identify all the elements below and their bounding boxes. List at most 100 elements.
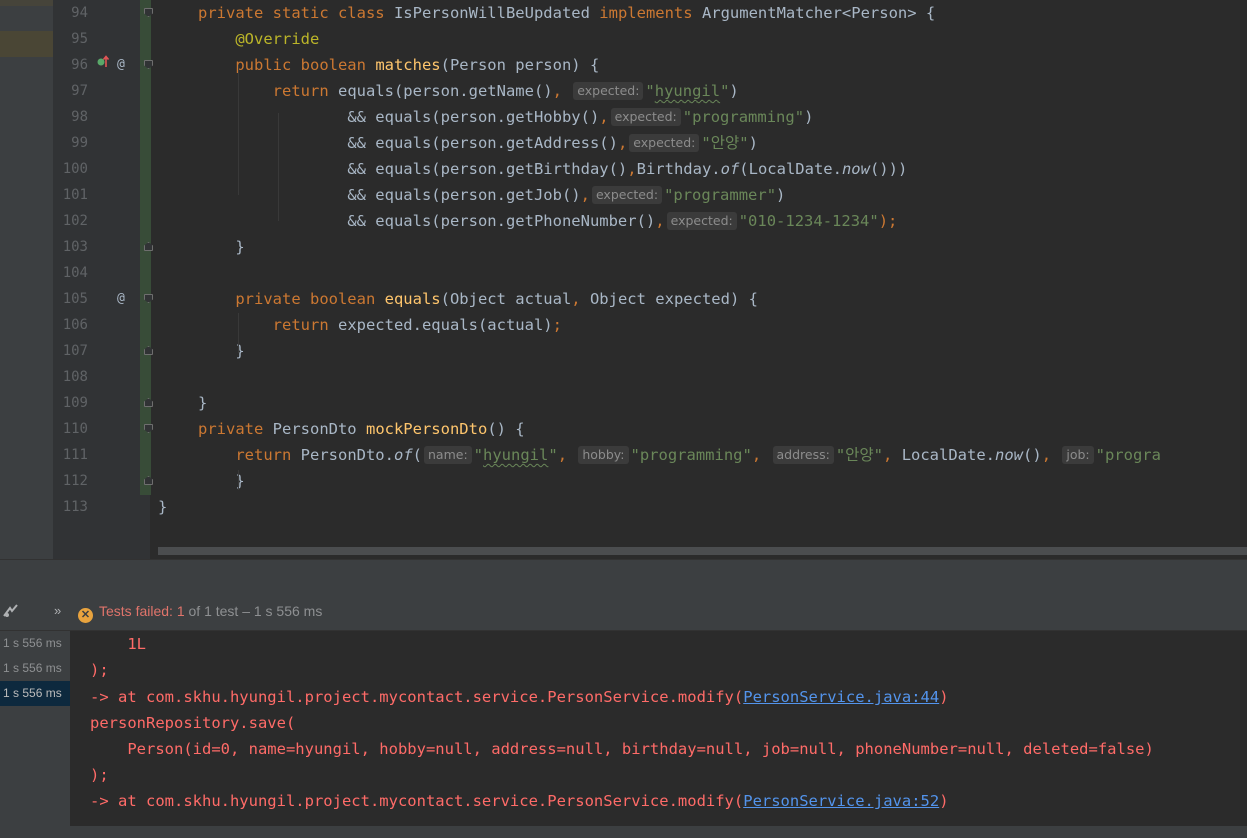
- status-summary-text: of 1 test – 1 s 556 ms: [184, 603, 323, 619]
- line-number: 110: [62, 421, 88, 437]
- source-link[interactable]: PersonService.java:44: [743, 688, 939, 706]
- code-token: "안양": [701, 134, 749, 152]
- run-test-icon[interactable]: [2, 602, 20, 623]
- code-token: && equals(person.getJob(): [347, 186, 581, 204]
- code-token: ;: [552, 316, 562, 334]
- code-token: ,: [627, 160, 637, 178]
- code-line[interactable]: && equals(person.getAddress(), expected: "…: [198, 130, 758, 156]
- code-token: && equals(person.getPhoneNumber(): [347, 212, 656, 230]
- code-token: ): [748, 134, 758, 152]
- line-number: 94: [71, 5, 88, 21]
- parameter-hint: expected:: [591, 186, 663, 204]
- code-line[interactable]: private static class IsPersonWillBeUpdat…: [198, 0, 935, 26]
- code-token: equals: [384, 290, 441, 308]
- code-line[interactable]: return PersonDto.of(name: "hyungil", hobb…: [198, 442, 1161, 468]
- console-line: -> at com.skhu.hyungil.project.mycontact…: [90, 684, 949, 710]
- line-number: 102: [62, 213, 88, 229]
- line-number: 96: [71, 57, 88, 73]
- code-token: () {: [487, 420, 525, 438]
- code-line[interactable]: }: [158, 494, 167, 520]
- code-token: ,: [580, 186, 590, 204]
- code-line[interactable]: && equals(person.getBirthday(),Birthday.…: [198, 156, 907, 182]
- code-token: ): [776, 186, 786, 204]
- console-text: -> at com.skhu.hyungil.project.mycontact…: [90, 688, 744, 706]
- code-line[interactable]: && equals(person.getJob(), expected: "prog…: [198, 182, 785, 208]
- code-token: && equals(person.getHobby(): [347, 108, 600, 126]
- annotation-at-icon[interactable]: @: [117, 286, 125, 312]
- console-line: );: [90, 762, 109, 788]
- code-line[interactable]: && equals(person.getHobby(), expected: "pr…: [198, 104, 813, 130]
- panel-splitter[interactable]: [0, 559, 1247, 595]
- code-token: return: [272, 316, 338, 334]
- console-line: Person(id=0, name=hyungil, hobby=null, a…: [90, 736, 1154, 762]
- indent-guide: [238, 65, 239, 195]
- code-token: Object expected) {: [589, 290, 758, 308]
- code-token: return: [235, 446, 301, 464]
- code-token: of: [393, 446, 413, 464]
- line-number: 105: [62, 291, 88, 307]
- code-line[interactable]: private boolean equals(Object actual, Ob…: [198, 286, 758, 312]
- console-text: ): [939, 792, 949, 810]
- console-text: -> at com.skhu.hyungil.project.mycontact…: [90, 792, 744, 810]
- code-editor[interactable]: 94 private static class IsPersonWillBeUpd…: [0, 0, 1247, 559]
- console-output[interactable]: 1L); -> at com.skhu.hyungil.project.mycon…: [70, 631, 1247, 826]
- code-line[interactable]: return equals(person.getName(), expected…: [198, 78, 739, 104]
- test-results-tree: 1 s 556 ms 1 s 556 ms 1 s 556 ms: [0, 631, 70, 838]
- code-token: PersonDto.: [300, 446, 394, 464]
- code-token: PersonDto: [272, 420, 366, 438]
- code-line[interactable]: public boolean matches(Person person) {: [198, 52, 599, 78]
- code-token: }: [198, 238, 245, 256]
- override-marker-icon[interactable]: [97, 52, 110, 78]
- code-token: LocalDate.: [901, 446, 996, 464]
- code-token: now: [841, 160, 870, 178]
- line-number: 101: [62, 187, 88, 203]
- code-token: "programming": [682, 108, 805, 126]
- test-status: ✕ Tests failed: 1 of 1 test – 1 s 556 ms: [78, 603, 322, 623]
- code-token: ": [548, 446, 558, 464]
- console-line: 1L: [90, 631, 146, 657]
- status-failed-text: Tests failed: 1: [99, 603, 185, 619]
- horizontal-scrollbar[interactable]: [158, 547, 1247, 555]
- tree-item[interactable]: 1 s 556 ms: [0, 631, 70, 656]
- source-link[interactable]: PersonService.java:52: [743, 792, 939, 810]
- tree-item[interactable]: 1 s 556 ms: [0, 656, 70, 681]
- code-token: ,: [655, 212, 665, 230]
- code-token: ,: [617, 134, 628, 152]
- line-number: 100: [62, 161, 88, 177]
- code-line[interactable]: return expected.equals(actual);: [198, 312, 562, 338]
- code-line[interactable]: }: [198, 390, 207, 416]
- code-token: mockPersonDto: [365, 420, 488, 438]
- code-token: public boolean: [235, 56, 376, 74]
- parameter-hint: hobby:: [578, 446, 629, 464]
- tree-item-selected[interactable]: 1 s 556 ms: [0, 681, 70, 706]
- code-token: );: [878, 212, 898, 230]
- code-token: ,: [571, 290, 590, 308]
- expand-chevrons-icon[interactable]: »: [54, 603, 61, 618]
- code-token: (): [1023, 446, 1042, 464]
- console-text: 1L: [90, 635, 146, 653]
- code-token: (LocalDate.: [739, 160, 842, 178]
- console-text: ): [939, 688, 949, 706]
- code-token: "programmer": [664, 186, 777, 204]
- code-token: ,: [1041, 446, 1061, 464]
- line-number: 112: [62, 473, 88, 489]
- code-line[interactable]: && equals(person.getPhoneNumber(), expect…: [198, 208, 897, 234]
- console-text: );: [90, 766, 109, 784]
- code-token: (: [412, 446, 422, 464]
- code-token: }: [158, 498, 168, 516]
- code-token: ,: [883, 446, 902, 464]
- code-token: expected.equals(actual): [337, 316, 553, 334]
- code-line[interactable]: private PersonDto mockPersonDto() {: [198, 416, 525, 442]
- code-token: @Override: [235, 30, 320, 48]
- line-number: 104: [62, 265, 88, 281]
- console-text: Person(id=0, name=hyungil, hobby=null, a…: [90, 740, 1154, 758]
- code-line[interactable]: }: [198, 234, 245, 260]
- parameter-hint: expected:: [629, 134, 700, 152]
- code-line[interactable]: @Override: [198, 26, 319, 52]
- annotation-at-icon[interactable]: @: [117, 52, 125, 78]
- code-token: ,: [557, 446, 577, 464]
